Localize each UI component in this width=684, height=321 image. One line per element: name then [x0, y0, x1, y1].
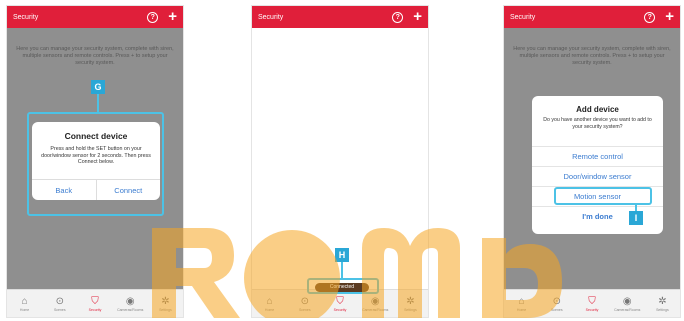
highlight-frame	[554, 187, 652, 205]
tab-cameras-rooms[interactable]: ◉ Cameras/Rooms	[610, 290, 645, 317]
tutorial-stage: Security ? + Here you can manage your se…	[0, 0, 684, 321]
app-header: Security ? +	[7, 6, 183, 28]
home-icon: ⌂	[518, 295, 525, 307]
tab-label: Scenes	[550, 307, 563, 312]
tab-label: Security	[585, 307, 599, 312]
dialog-message: Do you have another device you want to a…	[543, 117, 652, 130]
play-circle-icon: ⊙	[300, 295, 309, 307]
tab-security[interactable]: ⛉ Security	[574, 290, 609, 317]
tab-label: Security	[333, 307, 347, 312]
tab-home[interactable]: ⌂ Home	[504, 290, 539, 317]
app-header: Security ? +	[252, 6, 428, 28]
tab-settings[interactable]: ✲ Settings	[148, 290, 183, 317]
play-circle-icon: ⊙	[55, 295, 64, 307]
camera-icon: ◉	[622, 295, 632, 307]
tab-home[interactable]: ⌂ Home	[252, 290, 287, 317]
home-icon: ⌂	[21, 295, 28, 307]
tab-scenes[interactable]: ⊙ Scenes	[539, 290, 574, 317]
shield-icon: ⛉	[336, 295, 344, 307]
tab-scenes[interactable]: ⊙ Scenes	[287, 290, 322, 317]
shield-icon: ⛉	[588, 295, 596, 307]
tab-label: Home	[19, 307, 30, 312]
tab-bar: ⌂ Home ⊙ Scenes ⛉ Security ◉ Cameras/Rooms ✲…	[7, 289, 183, 317]
phone-screen-connected: Security ? + ⌂ Home ⊙ Scenes ⛉ Security ◉ Ca…	[251, 5, 429, 318]
highlight-frame	[307, 278, 379, 294]
option-remote-control[interactable]: Remote control	[532, 146, 663, 166]
home-icon: ⌂	[266, 295, 273, 307]
tab-label: Settings	[159, 307, 172, 312]
tab-label: Home	[516, 307, 527, 312]
gear-icon: ✲	[161, 295, 170, 307]
tab-security[interactable]: ⛉ Security	[77, 290, 112, 317]
help-icon[interactable]: ?	[392, 11, 404, 23]
header-title: Security	[258, 13, 284, 21]
play-circle-icon: ⊙	[552, 295, 561, 307]
tab-bar: ⌂ Home ⊙ Scenes ⛉ Security ◉ Cameras/Rooms ✲…	[504, 289, 680, 317]
option-door-window-sensor[interactable]: Door/window sensor	[532, 166, 663, 186]
help-icon[interactable]: ?	[644, 11, 656, 23]
callout-marker: I	[629, 211, 643, 225]
option-im-done[interactable]: I'm done	[532, 206, 663, 226]
phone-screen-connect-device: Security ? + Here you can manage your se…	[6, 5, 184, 318]
tab-settings[interactable]: ✲ Settings	[645, 290, 680, 317]
camera-icon: ◉	[370, 295, 380, 307]
tab-label: Settings	[656, 307, 669, 312]
tab-label: Cameras/Rooms	[117, 307, 144, 312]
add-icon[interactable]: +	[665, 9, 674, 24]
tab-label: Scenes	[298, 307, 311, 312]
header-title: Security	[510, 13, 536, 21]
callout-marker: G	[91, 80, 105, 94]
app-header: Security ? +	[504, 6, 680, 28]
tab-settings[interactable]: ✲ Settings	[393, 290, 428, 317]
tab-home[interactable]: ⌂ Home	[7, 290, 42, 317]
phone-screen-add-device: Security ? + Here you can manage your se…	[503, 5, 681, 318]
callout-stem	[341, 262, 343, 279]
tab-cameras-rooms[interactable]: ◉ Cameras/Rooms	[358, 290, 393, 317]
add-device-dialog: Add device Do you have another device yo…	[532, 96, 663, 234]
highlight-frame	[27, 112, 164, 216]
shield-icon: ⛉	[91, 295, 99, 307]
dialog-title: Add device	[576, 105, 619, 114]
callout-stem	[97, 94, 99, 114]
tab-label: Security	[88, 307, 102, 312]
tab-scenes[interactable]: ⊙ Scenes	[42, 290, 77, 317]
add-icon[interactable]: +	[413, 9, 422, 24]
camera-icon: ◉	[125, 295, 135, 307]
tab-label: Cameras/Rooms	[614, 307, 641, 312]
tab-label: Cameras/Rooms	[362, 307, 389, 312]
tab-label: Scenes	[53, 307, 66, 312]
gear-icon: ✲	[658, 295, 667, 307]
tab-label: Settings	[404, 307, 417, 312]
tab-label: Home	[264, 307, 275, 312]
add-icon[interactable]: +	[168, 9, 177, 24]
tab-cameras-rooms[interactable]: ◉ Cameras/Rooms	[113, 290, 148, 317]
help-icon[interactable]: ?	[147, 11, 159, 23]
header-title: Security	[13, 13, 39, 21]
tab-security[interactable]: ⛉ Security	[322, 290, 357, 317]
gear-icon: ✲	[406, 295, 415, 307]
callout-marker: H	[335, 248, 349, 262]
